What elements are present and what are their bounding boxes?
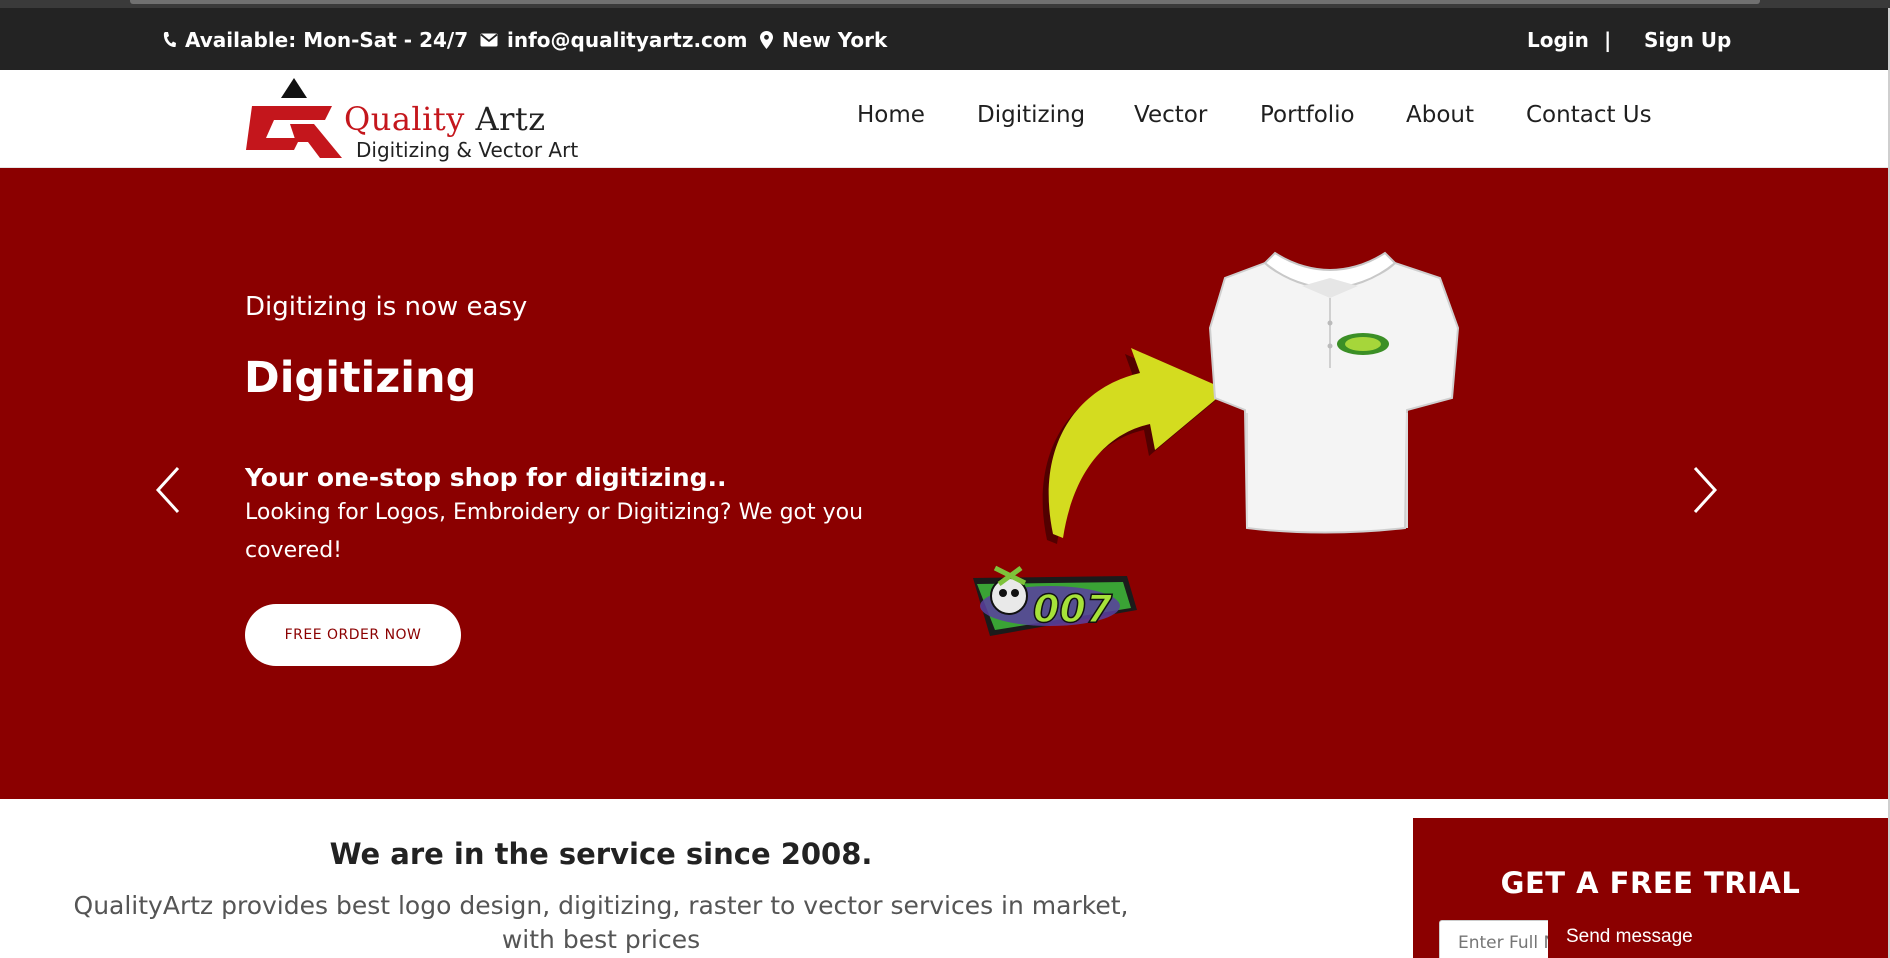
auth-separator: | <box>1604 28 1612 52</box>
login-link[interactable]: Login <box>1527 28 1589 52</box>
hero-shirt-artwork: 007 <box>973 251 1460 636</box>
phone-icon <box>163 32 176 48</box>
service-lead-text: QualityArtz provides best logo design, d… <box>73 891 1129 954</box>
signup-link[interactable]: Sign Up <box>1644 28 1731 52</box>
badge-text: 007 <box>1033 587 1113 631</box>
nav-home[interactable]: Home <box>857 102 925 128</box>
browser-tab-strip <box>130 0 1760 4</box>
nav-about[interactable]: About <box>1406 102 1474 128</box>
mail-icon <box>480 33 498 47</box>
hero-title: Digitizing <box>244 353 477 403</box>
top-info-bar: Available: Mon-Sat - 24/7 info@qualityar… <box>0 8 1888 70</box>
email-link[interactable]: info@qualityartz.com <box>507 28 748 52</box>
send-message-button[interactable]: Send message <box>1548 915 1870 958</box>
nav-contact-us[interactable]: Contact Us <box>1526 102 1652 128</box>
site-logo[interactable]: Quality Artz Digitizing & Vector Art <box>244 76 578 166</box>
chevron-right-icon[interactable] <box>1683 460 1723 520</box>
nav-portfolio[interactable]: Portfolio <box>1260 102 1355 128</box>
location-info: New York <box>760 28 887 52</box>
location-pin-icon <box>760 31 773 49</box>
hero-subtitle: Digitizing is now easy <box>245 292 528 322</box>
service-since-heading: We are in the service since 2008. <box>329 837 873 871</box>
availability-text: Available: Mon-Sat - 24/7 <box>185 28 469 52</box>
logo-badge-007: 007 <box>973 565 1137 636</box>
logo-tagline: Digitizing & Vector Art <box>356 138 579 162</box>
browser-edge <box>0 0 1890 8</box>
availability-info: Available: Mon-Sat - 24/7 <box>162 28 468 52</box>
location-text: New York <box>782 28 888 52</box>
free-order-button[interactable]: FREE ORDER NOW <box>245 604 461 666</box>
hero-heading: Your one-stop shop for digitizing.. <box>245 463 727 492</box>
logo-brand-second: Artz <box>475 100 546 138</box>
hero-slider: Digitizing is now easy Digitizing Your o… <box>0 168 1888 799</box>
free-trial-title: GET A FREE TRIAL <box>1500 866 1801 900</box>
service-intro: We are in the service since 2008. Qualit… <box>0 799 1410 958</box>
logo-brand-first: Quality <box>344 100 465 138</box>
hero-description: Looking for Logos, Embroidery or Digitiz… <box>245 500 864 563</box>
chevron-left-icon[interactable] <box>150 460 190 520</box>
logo-mark-icon <box>246 78 342 158</box>
nav-vector[interactable]: Vector <box>1134 102 1207 128</box>
logo-brand-name: Quality Artz <box>344 102 546 136</box>
main-navbar: Quality Artz Digitizing & Vector Art Hom… <box>0 70 1888 168</box>
nav-digitizing[interactable]: Digitizing <box>977 102 1085 128</box>
email-info[interactable]: info@qualityartz.com <box>480 28 748 52</box>
